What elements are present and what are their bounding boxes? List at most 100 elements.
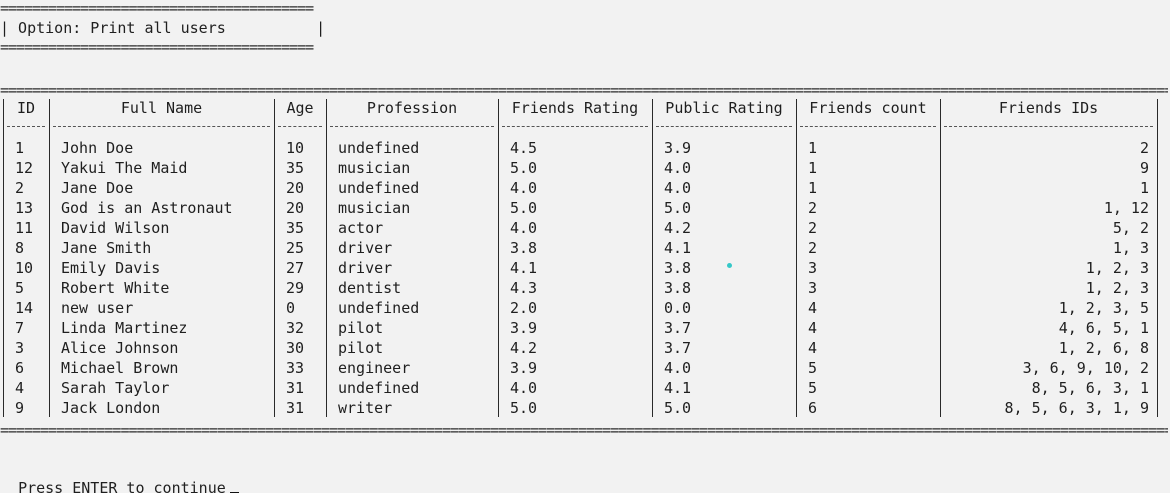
- table-cell: 5: [808, 379, 818, 397]
- table-cell: 2: [1139, 139, 1149, 157]
- table-cell: 1, 2, 3, 5: [1058, 299, 1149, 317]
- header-separator: [7, 126, 45, 128]
- table-cell: 11: [15, 219, 34, 237]
- table-cell: 4.3: [510, 279, 538, 297]
- table-cell: pilot: [338, 339, 384, 357]
- table-cell: 14: [15, 299, 34, 317]
- column-separator: [796, 99, 797, 417]
- table-cell: 3: [15, 339, 25, 357]
- table-cell: 4: [808, 339, 818, 357]
- table-cell: 1, 2, 6, 8: [1058, 339, 1149, 357]
- table-cell: 3.9: [510, 359, 538, 377]
- option-box-bottom-rule: =======================================: [0, 41, 314, 53]
- table-cell: 13: [15, 199, 34, 217]
- header-separator: [800, 126, 936, 128]
- table-cell: 2: [808, 219, 818, 237]
- table-cell: 9: [15, 399, 25, 417]
- table-cell: 5: [808, 359, 818, 377]
- table-cell: pilot: [338, 319, 384, 337]
- table-cell: 2: [15, 179, 25, 197]
- table-cell: Yakui The Maid: [61, 159, 188, 177]
- header-separator: [278, 126, 322, 128]
- table-cell: 4.1: [510, 259, 538, 277]
- table-cell: 4.1: [664, 239, 692, 257]
- table-cell: 4.0: [664, 179, 692, 197]
- table-cell: 4.0: [510, 219, 538, 237]
- table-cell: undefined: [338, 139, 420, 157]
- table-cell: 4.0: [664, 159, 692, 177]
- table-cell: 1, 3: [1112, 239, 1149, 257]
- table-cell: 20: [286, 179, 305, 197]
- table-cell: Emily Davis: [61, 259, 161, 277]
- column-header: Profession: [366, 99, 458, 117]
- option-box-top-rule: =======================================: [0, 2, 314, 14]
- continue-prompt: Press ENTER to continue: [0, 458, 239, 493]
- table-cell: 8, 5, 6, 3, 1, 9: [1004, 399, 1150, 417]
- table-cell: 31: [286, 379, 305, 397]
- prompt-text: Press ENTER to continue: [18, 479, 226, 493]
- table-cell: 3: [808, 259, 818, 277]
- header-separator: [330, 126, 494, 128]
- table-cell: 10: [15, 259, 34, 277]
- table-cell: 4: [808, 299, 818, 317]
- table-cell: 1: [1139, 179, 1149, 197]
- column-separator: [652, 99, 653, 417]
- table-cell: 4, 6, 5, 1: [1058, 319, 1149, 337]
- table-cell: 1, 2, 3: [1085, 279, 1149, 297]
- table-cell: Jack London: [61, 399, 161, 417]
- table-cell: 4: [15, 379, 25, 397]
- table-cell: 10: [286, 139, 305, 157]
- column-separator: [274, 99, 275, 417]
- header-separator: [502, 126, 648, 128]
- table-cell: musician: [338, 159, 411, 177]
- table-cell: undefined: [338, 379, 420, 397]
- table-cell: undefined: [338, 179, 420, 197]
- column-header: Friends IDs: [998, 99, 1099, 117]
- table-cell: 1: [808, 159, 818, 177]
- table-cell: driver: [338, 239, 393, 257]
- table-cell: 20: [286, 199, 305, 217]
- table-cell: 2: [808, 199, 818, 217]
- column-separator: [940, 99, 941, 417]
- header-separator: [656, 126, 792, 128]
- table-cell: undefined: [338, 299, 420, 317]
- table-cell: Alice Johnson: [61, 339, 179, 357]
- table-cell: 3, 6, 9, 10, 2: [1022, 359, 1149, 377]
- table-cell: 35: [286, 219, 305, 237]
- table-cell: 3.7: [664, 339, 692, 357]
- table-cell: 3.9: [510, 319, 538, 337]
- table-cell: John Doe: [61, 139, 134, 157]
- table-cell: 6: [808, 399, 818, 417]
- table-cell: 6: [15, 359, 25, 377]
- table-cell: Jane Doe: [61, 179, 134, 197]
- table-cell: 25: [286, 239, 305, 257]
- table-cell: 3.8: [664, 279, 692, 297]
- table-cell: 2: [808, 239, 818, 257]
- table-cell: 4.2: [510, 339, 538, 357]
- table-cell: 5.0: [510, 159, 538, 177]
- table-cell: 0: [286, 299, 296, 317]
- table-cell: writer: [338, 399, 393, 417]
- column-header: Friends count: [809, 99, 927, 117]
- table-cell: 1, 12: [1103, 199, 1149, 217]
- column-separator: [3, 99, 4, 417]
- table-cell: driver: [338, 259, 393, 277]
- table-cell: 12: [15, 159, 34, 177]
- table-cell: 4.5: [510, 139, 538, 157]
- column-separator: [326, 99, 327, 417]
- table-cell: 4.1: [664, 379, 692, 397]
- column-separator: [1157, 99, 1158, 417]
- table-cell: 5.0: [664, 399, 692, 417]
- table-cell: 4.0: [664, 359, 692, 377]
- table-cell: 4.0: [510, 179, 538, 197]
- table-cell: engineer: [338, 359, 411, 377]
- table-cell: actor: [338, 219, 384, 237]
- column-header: Public Rating: [665, 99, 783, 117]
- column-header: Friends Rating: [511, 99, 639, 117]
- table-cell: Linda Martinez: [61, 319, 188, 337]
- table-cell: 7: [15, 319, 25, 337]
- column-separator: [498, 99, 499, 417]
- table-cell: 32: [286, 319, 305, 337]
- table-cell: 31: [286, 399, 305, 417]
- table-cell: 3.9: [664, 139, 692, 157]
